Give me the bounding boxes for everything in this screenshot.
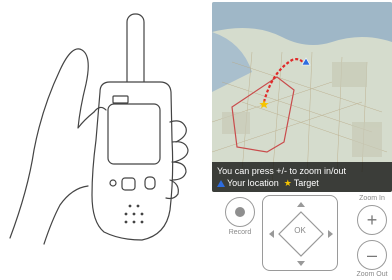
map-info-bar: You can press +/- to zoom in/out Your lo… [212, 162, 392, 192]
dpad-control[interactable]: OK [262, 195, 338, 271]
record-icon [235, 207, 245, 217]
zoom-out-button[interactable]: – [357, 240, 387, 270]
record-label: Record [228, 229, 252, 236]
plus-icon: + [366, 210, 378, 230]
minus-icon: – [366, 245, 377, 265]
map-view[interactable]: You can press +/- to zoom in/out Your lo… [212, 2, 392, 192]
zoom-in-button[interactable]: + [357, 205, 387, 235]
legend-location-label: Your location [227, 178, 279, 188]
legend-target-label: Target [293, 178, 319, 188]
ok-button[interactable]: OK [290, 226, 310, 235]
zoom-hint: You can press +/- to zoom in/out [217, 166, 346, 176]
zoom-in-label: Zoom In [359, 195, 385, 202]
hand-device-illustration [9, 13, 189, 245]
star-target-icon: ★ [283, 178, 292, 188]
map-legend: Your location ★ Target [217, 177, 392, 189]
triangle-location-icon [217, 179, 225, 187]
record-button[interactable] [225, 197, 255, 227]
zoom-out-label: Zoom Out [356, 271, 388, 278]
